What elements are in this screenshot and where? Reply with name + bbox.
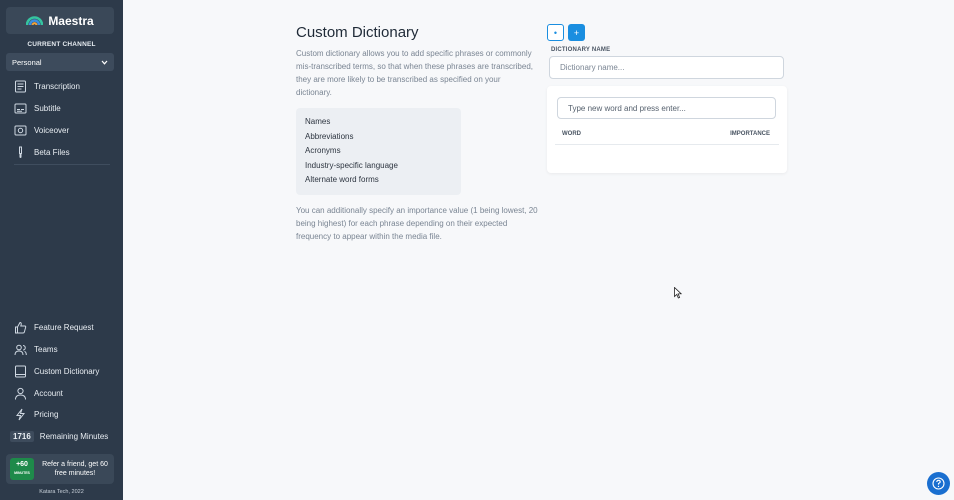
footer-copyright: Katara Tech, 2022: [39, 489, 84, 495]
sidebar-item-label: Feature Request: [34, 322, 94, 332]
dictionary-icon: [15, 365, 26, 377]
add-symbol: +: [573, 27, 580, 38]
sidebar-item-label: Account: [34, 388, 63, 398]
beta-icon: [19, 146, 22, 158]
list-item: Alternate word forms: [305, 175, 379, 185]
new-word-input[interactable]: [557, 97, 776, 119]
refer-friend-banner[interactable]: +60 MINUTES Refer a friend, get 60 free …: [6, 454, 114, 484]
lightning-icon: [15, 408, 26, 420]
voiceover-icon: [14, 125, 27, 135]
dictionary-name-input[interactable]: [549, 56, 784, 79]
teams-icon: [14, 344, 27, 355]
sidebar-item-label: Pricing: [34, 409, 59, 419]
secondary-action-symbol: •: [553, 27, 558, 38]
secondary-action-button[interactable]: •: [547, 24, 564, 41]
sidebar-item-beta-files[interactable]: Beta Files: [14, 143, 70, 161]
sidebar-divider: [14, 164, 110, 165]
page-title: Custom Dictionary: [296, 24, 419, 41]
table-divider: [555, 144, 779, 145]
list-item: Acronyms: [305, 146, 341, 156]
list-item: Names: [305, 117, 331, 126]
minutes-label: Remaining Minutes: [39, 431, 109, 441]
column-header-word: WORD: [562, 131, 581, 137]
logo[interactable]: Maestra: [6, 7, 114, 34]
sidebar-item-voiceover[interactable]: Voiceover: [14, 121, 69, 139]
remaining-minutes: 1716 Remaining Minutes: [10, 427, 108, 445]
chevron-down-icon: [101, 60, 108, 65]
refer-badge-icon: +60 MINUTES: [10, 458, 34, 480]
channel-select[interactable]: Personal: [6, 53, 114, 71]
sidebar-item-teams[interactable]: Teams: [14, 340, 58, 358]
column-header-importance: IMPORTANCE: [730, 131, 770, 137]
sidebar-item-account[interactable]: Account: [14, 384, 63, 402]
word-list-card: WORD IMPORTANCE: [547, 86, 787, 173]
sidebar-item-pricing[interactable]: Pricing: [14, 405, 58, 423]
sidebar-item-transcription[interactable]: Transcription: [14, 77, 80, 95]
mouse-cursor-icon: [674, 287, 682, 299]
help-button[interactable]: [927, 472, 950, 495]
sidebar-item-label: Custom Dictionary: [34, 366, 100, 376]
subtitle-icon: [14, 103, 27, 113]
page-description: Custom dictionary allows you to add spec…: [296, 49, 533, 97]
list-item: Industry-specific language: [305, 160, 398, 170]
transcription-icon: [15, 80, 26, 92]
sidebar-item-custom-dictionary[interactable]: Custom Dictionary: [14, 362, 99, 380]
help-icon: [932, 477, 945, 490]
thumbs-up-icon: [15, 321, 27, 333]
refer-badge-top: +60: [16, 461, 28, 468]
refer-text: Refer a friend, get 60 free minutes!: [42, 461, 108, 477]
sidebar-item-subtitle[interactable]: Subtitle: [14, 99, 61, 117]
sidebar-item-label: Teams: [34, 344, 58, 354]
sidebar-item-label: Transcription: [34, 81, 80, 91]
sidebar-item-label: Subtitle: [34, 103, 61, 113]
channel-value: Personal: [12, 57, 42, 67]
sidebar-item-feature-request[interactable]: Feature Request: [14, 318, 94, 336]
refer-badge-bottom: MINUTES: [14, 471, 30, 475]
importance-note: You can additionally specify an importan…: [296, 206, 538, 241]
sidebar-item-label: Beta Files: [34, 147, 70, 157]
sidebar: Maestra CURRENT CHANNEL Personal Transcr…: [0, 0, 123, 500]
dictionary-name-label: DICTIONARY NAME: [551, 47, 611, 53]
user-icon: [15, 387, 26, 400]
current-channel-label: CURRENT CHANNEL: [27, 41, 96, 48]
sidebar-item-label: Voiceover: [34, 125, 70, 135]
minutes-count: 1716: [10, 430, 34, 442]
examples-list: Names Abbreviations Acronyms Industry-sp…: [296, 108, 461, 195]
maestra-logo-icon: [26, 16, 44, 26]
add-dictionary-button[interactable]: +: [568, 24, 585, 41]
app-name: Maestra: [48, 13, 94, 28]
list-item: Abbreviations: [305, 131, 354, 141]
